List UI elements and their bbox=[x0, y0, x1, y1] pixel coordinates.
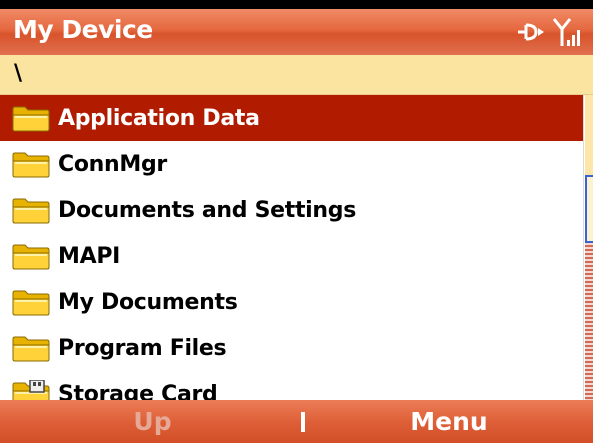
file-list-item[interactable]: Application Data bbox=[0, 95, 583, 141]
file-list: Application Data ConnMgr Documents and Set… bbox=[0, 95, 583, 400]
file-list-item[interactable]: ConnMgr bbox=[0, 141, 583, 187]
folder-icon bbox=[12, 288, 50, 316]
window-title: My Device bbox=[13, 15, 153, 44]
folder-icon bbox=[12, 196, 50, 224]
folder-icon bbox=[12, 334, 50, 362]
file-list-item[interactable]: Documents and Settings bbox=[0, 187, 583, 233]
folder-icon bbox=[12, 150, 50, 178]
file-list-item[interactable]: Program Files bbox=[0, 325, 583, 371]
folder-icon bbox=[12, 242, 50, 270]
file-list-item[interactable]: MAPI bbox=[0, 233, 583, 279]
softkey-bar: Up Menu bbox=[0, 400, 593, 443]
scroll-track-top bbox=[585, 95, 593, 175]
current-path: \ bbox=[14, 61, 23, 86]
folder-icon bbox=[12, 104, 50, 132]
file-list-item-label: Program Files bbox=[58, 335, 227, 361]
data-connection-icon bbox=[518, 23, 544, 41]
file-list-item-label: ConnMgr bbox=[58, 151, 167, 177]
file-list-item[interactable]: My Documents bbox=[0, 279, 583, 325]
softkey-menu[interactable]: Menu bbox=[305, 400, 593, 443]
softkey-up[interactable]: Up bbox=[0, 400, 305, 443]
title-bar: My Device bbox=[0, 9, 593, 55]
signal-strength-icon bbox=[553, 18, 580, 46]
scrollbar[interactable] bbox=[583, 95, 593, 400]
scroll-thumb[interactable] bbox=[585, 175, 593, 243]
file-list-item-label: MAPI bbox=[58, 243, 121, 269]
status-icons bbox=[516, 16, 585, 48]
file-list-item-label: Storage Card bbox=[58, 381, 218, 401]
top-strip bbox=[0, 0, 593, 9]
path-bar: \ bbox=[0, 55, 593, 95]
file-list-item[interactable]: Storage Card bbox=[0, 371, 583, 400]
file-list-item-label: Documents and Settings bbox=[58, 197, 357, 223]
storage-card-folder-icon bbox=[12, 380, 50, 400]
file-list-item-label: Application Data bbox=[58, 105, 260, 131]
file-list-item-label: My Documents bbox=[58, 289, 238, 315]
